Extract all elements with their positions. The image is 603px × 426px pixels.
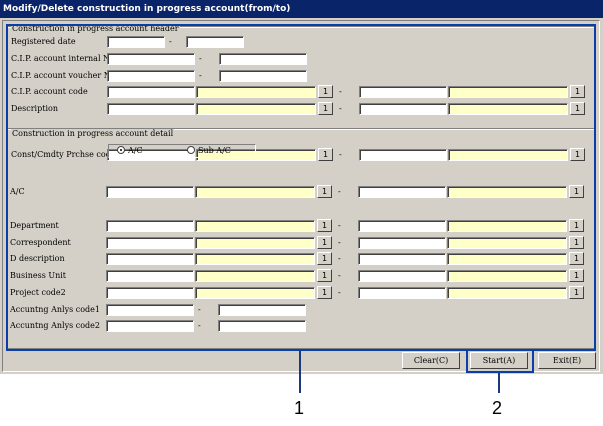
clear-button[interactable]: Clear(C) [402, 352, 460, 369]
exit-button[interactable]: Exit(E) [538, 352, 596, 369]
callout-2-number: 2 [492, 398, 503, 418]
callout-1-number: 1 [294, 398, 305, 418]
callout-1-highlight [6, 24, 596, 351]
callout-2-highlight [466, 349, 534, 373]
callout-2-leader [498, 373, 500, 393]
callout-1-leader [299, 351, 301, 393]
window-title: Modify/Delete construction in progress a… [0, 0, 603, 18]
